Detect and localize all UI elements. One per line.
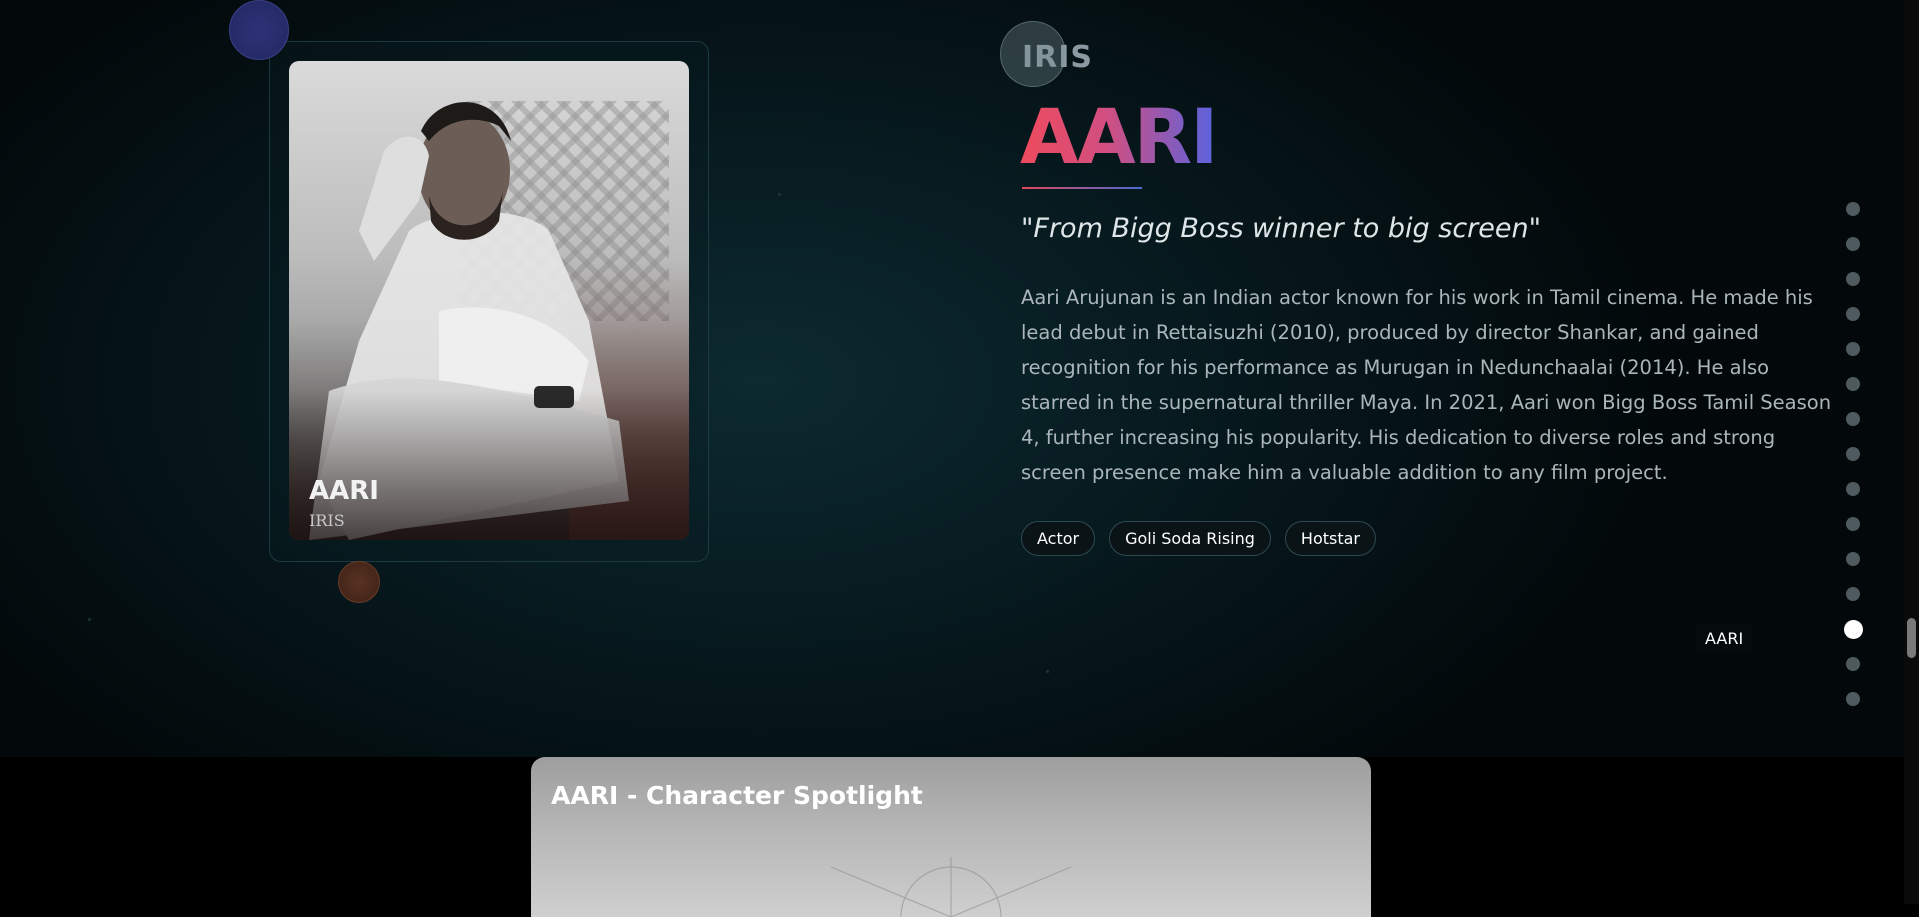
nav-dot[interactable] xyxy=(1846,237,1860,251)
nav-dot[interactable] xyxy=(1846,307,1860,321)
dust-particle xyxy=(88,618,91,621)
nav-dot-active[interactable] xyxy=(1844,620,1863,639)
nav-dot[interactable] xyxy=(1846,482,1860,496)
hero-section: AARI IRIS IRIS AARI "From Bigg Boss winn… xyxy=(0,0,1904,757)
character-spotlight-card[interactable]: AARI - Character Spotlight xyxy=(531,757,1371,917)
tag-actor[interactable]: Actor xyxy=(1021,521,1096,556)
dust-particle xyxy=(778,193,781,196)
nav-dot[interactable] xyxy=(1846,552,1860,566)
card-name: AARI xyxy=(309,476,379,506)
tag-list: Actor Goli Soda Rising Hotstar xyxy=(1021,521,1376,556)
nav-dot[interactable] xyxy=(1846,657,1860,671)
tag-hotstar[interactable]: Hotstar xyxy=(1284,521,1376,556)
title-underline xyxy=(1022,187,1142,189)
nav-dot[interactable] xyxy=(1846,587,1860,601)
tagline: "From Bigg Boss winner to big screen" xyxy=(1021,213,1542,244)
nav-dot[interactable] xyxy=(1846,517,1860,531)
tag-goli-soda-rising[interactable]: Goli Soda Rising xyxy=(1109,521,1271,556)
nav-dot[interactable] xyxy=(1846,692,1860,706)
scrollbar-thumb[interactable] xyxy=(1907,618,1916,658)
profile-photo: AARI IRIS xyxy=(289,61,689,540)
photo-shade xyxy=(289,390,689,540)
page-title: AARI xyxy=(1020,92,1218,181)
nav-dot[interactable] xyxy=(1846,342,1860,356)
nav-dot[interactable] xyxy=(1846,377,1860,391)
decorative-bubble xyxy=(1000,21,1066,87)
nav-dot[interactable] xyxy=(1846,202,1860,216)
biography-text: Aari Arujunan is an Indian actor known f… xyxy=(1021,286,1832,484)
dust-particle xyxy=(1046,670,1049,673)
decorative-bubble xyxy=(338,561,380,603)
nav-dot-tooltip: AARI xyxy=(1695,623,1754,654)
nav-dot[interactable] xyxy=(1846,272,1860,286)
card-subtitle: IRIS xyxy=(309,511,345,530)
nav-dot[interactable] xyxy=(1846,447,1860,461)
nav-dot[interactable] xyxy=(1846,412,1860,426)
decorative-bubble xyxy=(229,0,289,60)
spotlight-rays-graphic xyxy=(830,857,1072,917)
page-scrollbar[interactable] xyxy=(1904,0,1919,904)
